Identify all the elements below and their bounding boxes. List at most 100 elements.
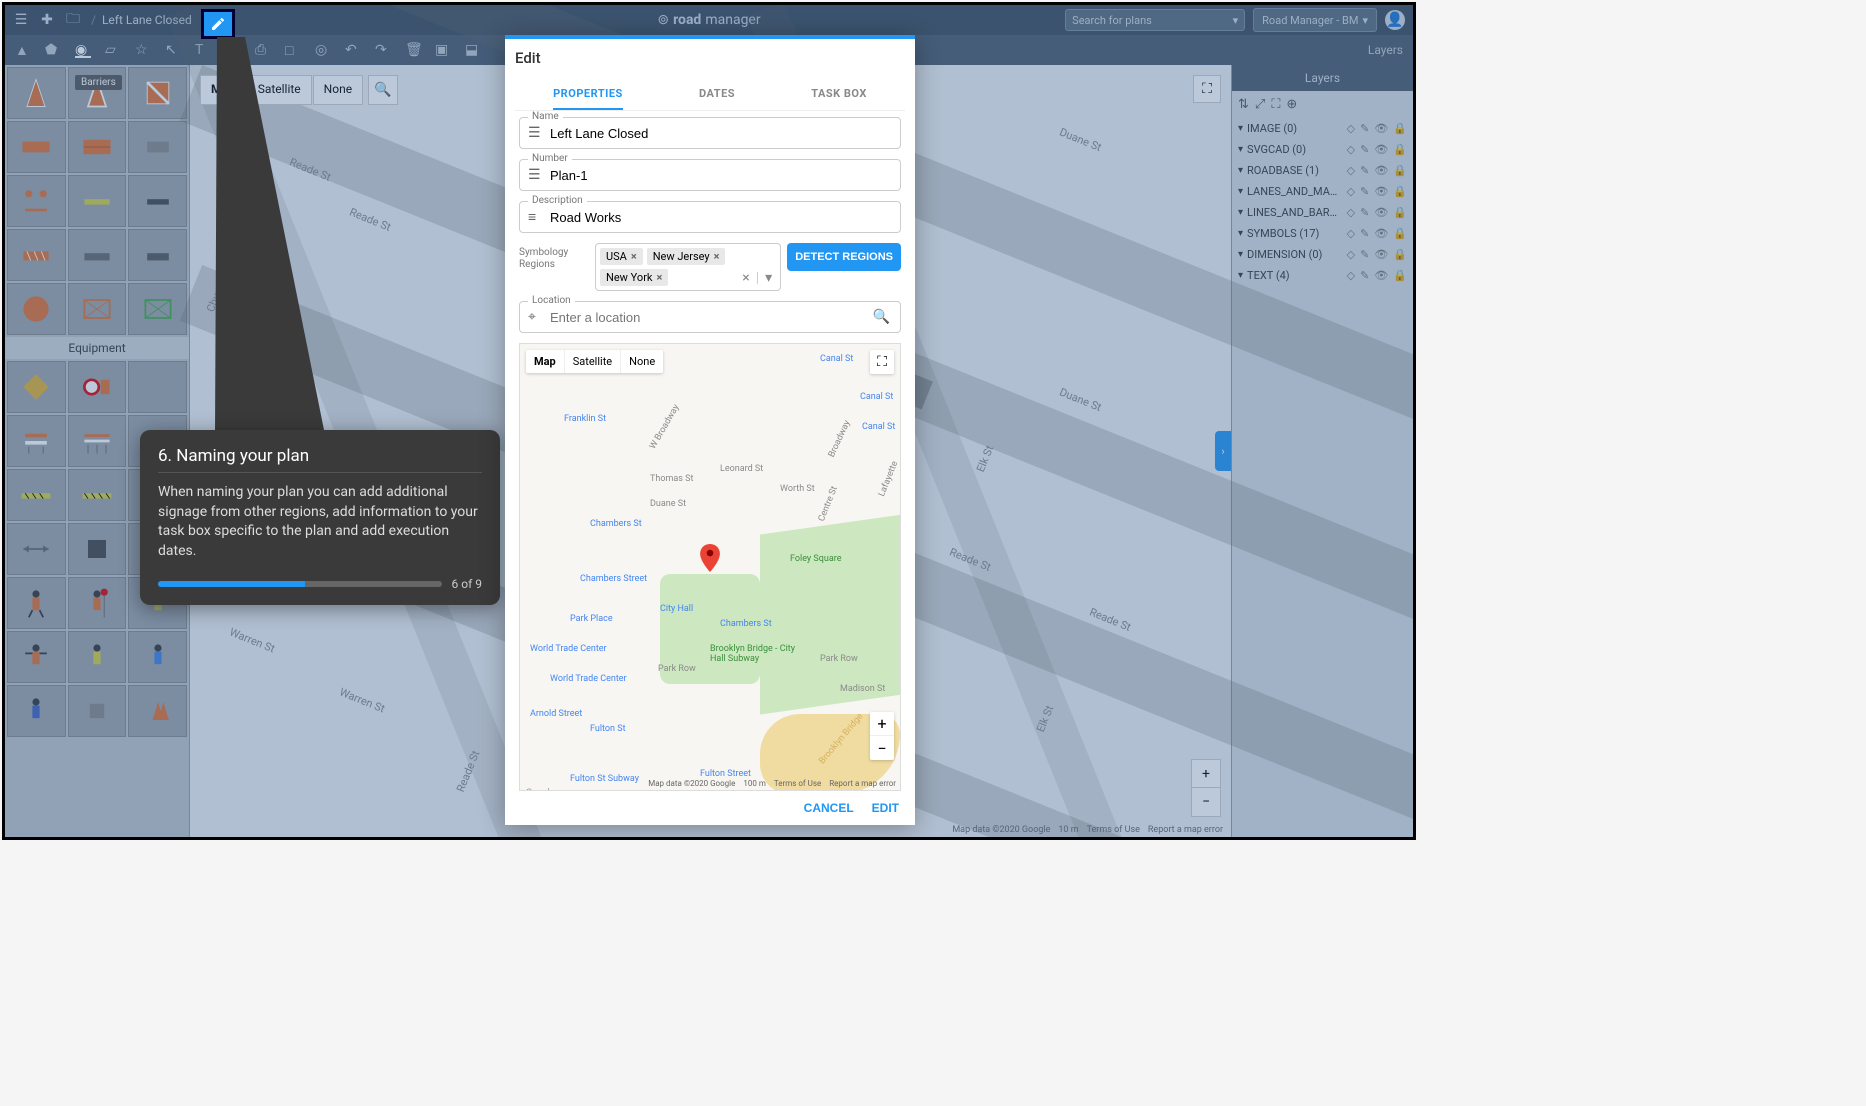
search-plans-input[interactable]: Search for plans▾ — [1065, 9, 1245, 31]
road-icon[interactable]: ▲ — [15, 42, 31, 58]
location-input[interactable] — [550, 310, 890, 325]
chip-remove-icon[interactable]: × — [714, 250, 720, 263]
chip[interactable]: New Jersey× — [647, 248, 726, 265]
palette-item[interactable] — [7, 175, 66, 227]
lock-icon[interactable]: 🔒 — [1393, 143, 1407, 156]
edit-icon[interactable]: ✎ — [1360, 227, 1369, 240]
minimap-view-none[interactable]: None — [621, 350, 663, 373]
symbology-chips[interactable]: USA× New Jersey× New York× × | ▾ — [595, 243, 781, 291]
detect-regions-button[interactable]: DETECT REGIONS — [787, 243, 901, 271]
expand-icon[interactable]: ⤢ — [1255, 97, 1265, 112]
layer-row[interactable]: ▾SVGCAD (0)◇✎👁🔒 — [1232, 139, 1413, 160]
edit-button[interactable]: EDIT — [872, 801, 899, 815]
layer-row[interactable]: ▾LINES_AND_BARRIERS◇✎👁🔒 — [1232, 202, 1413, 223]
folder-icon[interactable]: 🗀 — [65, 12, 81, 28]
palette-item[interactable] — [68, 685, 127, 737]
map-view-none[interactable]: None — [313, 75, 363, 105]
zoom-out-button[interactable]: − — [1192, 788, 1220, 816]
palette-item[interactable] — [68, 175, 127, 227]
tool1-icon[interactable]: ▯ — [225, 42, 241, 58]
menu-icon[interactable]: ☰ — [13, 12, 29, 28]
lock-icon[interactable]: 🔒 — [1393, 269, 1407, 282]
chip[interactable]: New York× — [600, 269, 668, 286]
map-view-satellite[interactable]: Satellite — [247, 75, 312, 105]
eye-icon[interactable]: 👁 — [1374, 143, 1388, 156]
shape-icon[interactable]: ◇ — [1347, 185, 1355, 198]
palette-item[interactable] — [7, 283, 66, 335]
palette-item[interactable] — [128, 283, 187, 335]
palette-item[interactable] — [7, 469, 66, 521]
sign-icon[interactable]: ⬟ — [45, 42, 61, 58]
palette-item[interactable] — [7, 361, 66, 413]
palette-item[interactable] — [7, 685, 66, 737]
shape-icon[interactable]: ◇ — [1347, 143, 1355, 156]
palette-item[interactable] — [7, 121, 66, 173]
description-input[interactable] — [550, 210, 890, 225]
new-icon[interactable]: ✚ — [39, 12, 55, 28]
eye-icon[interactable]: 👁 — [1374, 206, 1388, 219]
edit-icon[interactable]: ✎ — [1360, 122, 1369, 135]
palette-item[interactable] — [7, 229, 66, 281]
lock-icon[interactable]: 🔒 — [1393, 185, 1407, 198]
palette-item[interactable] — [68, 283, 127, 335]
minimap-zoom-in[interactable]: + — [870, 712, 894, 736]
palette-item[interactable] — [128, 67, 187, 119]
edit-icon[interactable]: ✎ — [1360, 206, 1369, 219]
edit-icon[interactable]: ✎ — [1360, 185, 1369, 198]
barrier-icon[interactable]: ◉ — [75, 42, 91, 58]
minimap[interactable]: Map Satellite None ⛶ + − Canal St Canal … — [519, 343, 901, 791]
chip-remove-icon[interactable]: × — [657, 271, 663, 284]
edit-icon[interactable]: ✎ — [1360, 164, 1369, 177]
palette-item[interactable] — [128, 229, 187, 281]
shape-icon[interactable]: ◇ — [1347, 269, 1355, 282]
chip-remove-icon[interactable]: × — [631, 250, 637, 263]
eye-icon[interactable]: 👁 — [1374, 248, 1388, 261]
chevron-down-icon[interactable]: ▾ — [765, 270, 772, 286]
palette-item[interactable] — [7, 577, 66, 629]
layer-row[interactable]: ▾SYMBOLS (17)◇✎👁🔒 — [1232, 223, 1413, 244]
minimap-view-satellite[interactable]: Satellite — [565, 350, 621, 373]
lock-icon[interactable]: 🔒 — [1393, 122, 1407, 135]
zoom-in-button[interactable]: + — [1192, 760, 1220, 788]
shape-icon[interactable]: ◇ — [1347, 227, 1355, 240]
palette-item[interactable] — [68, 415, 127, 467]
minimap-zoom-out[interactable]: − — [870, 736, 894, 760]
select-icon[interactable]: ▣ — [435, 42, 451, 58]
shape-icon[interactable]: ◇ — [1347, 206, 1355, 219]
fullscreen-icon[interactable]: ⛶ — [1193, 75, 1221, 103]
layer-row[interactable]: ▾ROADBASE (1)◇✎👁🔒 — [1232, 160, 1413, 181]
user-menu[interactable]: Road Manager - BM▾ — [1253, 8, 1377, 32]
collapse-icon[interactable]: ⇅ — [1238, 97, 1249, 112]
collapse-right-icon[interactable]: › — [1215, 431, 1231, 471]
clear-chips-icon[interactable]: × — [742, 270, 749, 286]
palette-item[interactable] — [128, 685, 187, 737]
chip[interactable]: USA× — [600, 248, 643, 265]
star-icon[interactable]: ☆ — [135, 42, 151, 58]
minimap-view-map[interactable]: Map — [526, 350, 565, 373]
palette-item[interactable] — [7, 415, 66, 467]
shape-icon[interactable]: ▱ — [105, 42, 121, 58]
fit-icon[interactable]: ⛶ — [1271, 97, 1280, 112]
tab-taskbox[interactable]: TASK BOX — [811, 79, 867, 110]
palette-item[interactable] — [128, 361, 187, 413]
map-view-map[interactable]: Map — [200, 75, 246, 105]
lock-icon[interactable]: 🔒 — [1393, 164, 1407, 177]
add-layer-icon[interactable]: ⊕ — [1286, 97, 1297, 112]
search-icon[interactable]: 🔍 — [873, 309, 890, 325]
number-input[interactable] — [550, 168, 890, 183]
shape-icon[interactable]: ◇ — [1347, 248, 1355, 261]
edit-icon[interactable]: ✎ — [1360, 143, 1369, 156]
lock-icon[interactable]: 🔒 — [1393, 206, 1407, 219]
palette-item[interactable] — [7, 631, 66, 683]
tab-dates[interactable]: DATES — [699, 79, 735, 110]
palette-item[interactable] — [68, 631, 127, 683]
map-search-icon[interactable]: 🔍 — [368, 75, 398, 105]
cancel-button[interactable]: CANCEL — [804, 801, 854, 815]
palette-item[interactable] — [68, 121, 127, 173]
minimap-fullscreen-icon[interactable]: ⛶ — [870, 350, 894, 374]
layer-row[interactable]: ▾IMAGE (0)◇✎👁🔒 — [1232, 118, 1413, 139]
shape-icon[interactable]: ◇ — [1347, 164, 1355, 177]
target-icon[interactable]: ◎ — [315, 42, 331, 58]
layer-row[interactable]: ▾TEXT (4)◇✎👁🔒 — [1232, 265, 1413, 286]
eye-icon[interactable]: 👁 — [1374, 164, 1388, 177]
